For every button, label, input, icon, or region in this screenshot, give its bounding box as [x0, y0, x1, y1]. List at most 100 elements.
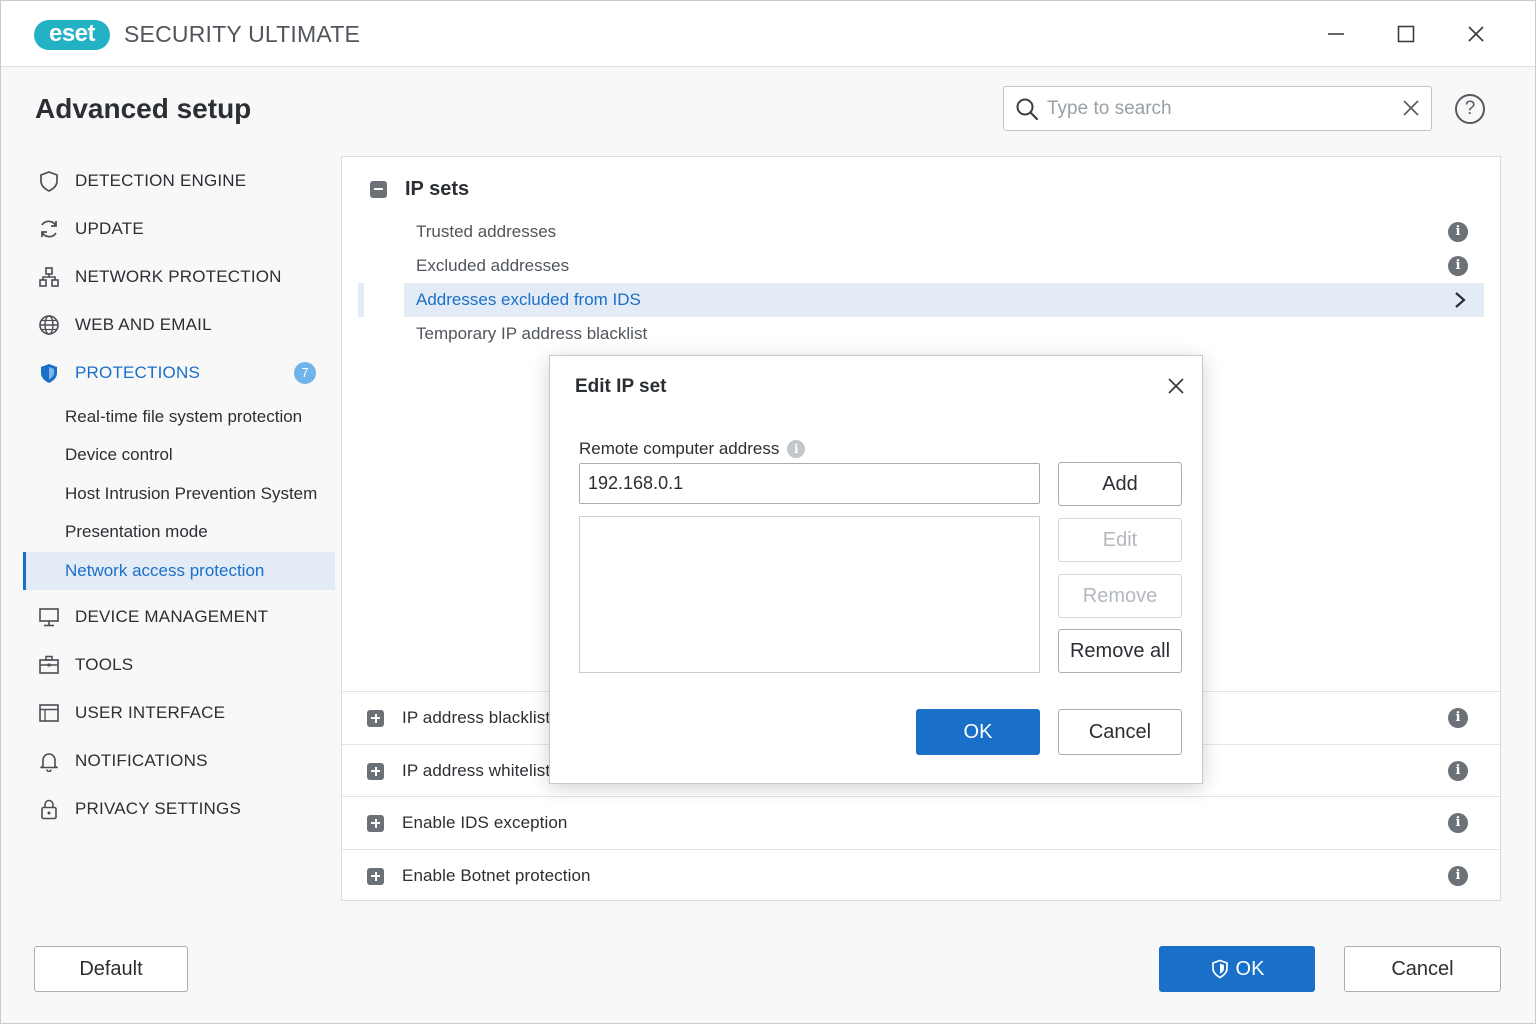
sidebar-item-label: DETECTION ENGINE: [75, 171, 247, 190]
footer-ok-label: OK: [1235, 958, 1265, 980]
remote-address-input[interactable]: 192.168.0.1: [579, 463, 1040, 504]
sidebar-subitem-device-control[interactable]: Device control: [23, 436, 335, 474]
sidebar-subitem-hips[interactable]: Host Intrusion Prevention System: [23, 475, 335, 513]
sidebar-item-label: DEVICE MANAGEMENT: [75, 607, 269, 626]
info-icon[interactable]: i: [1448, 761, 1468, 781]
remove-button[interactable]: Remove: [1058, 574, 1182, 618]
default-button[interactable]: Default: [34, 946, 188, 992]
sidebar-item-user-interface[interactable]: USER INTERFACE: [23, 691, 335, 735]
add-button[interactable]: Add: [1058, 462, 1182, 506]
sidebar-item-privacy-settings[interactable]: PRIVACY SETTINGS: [23, 787, 335, 831]
help-icon: ?: [1464, 98, 1476, 119]
info-icon[interactable]: i: [1448, 708, 1468, 728]
chevron-right-icon[interactable]: [1452, 291, 1468, 309]
window-icon: [37, 701, 61, 725]
bell-icon: [37, 749, 61, 773]
remove-all-button[interactable]: Remove all: [1058, 629, 1182, 673]
sidebar-item-detection-engine[interactable]: DETECTION ENGINE: [23, 159, 335, 203]
expand-icon[interactable]: [367, 867, 384, 885]
sidebar-subitem-label: Device control: [65, 445, 173, 464]
section-title: IP sets: [405, 177, 470, 200]
app-window: eset SECURITY ULTIMATE Advanced setup ?: [0, 0, 1536, 1024]
section-label: IP address whitelist: [402, 761, 551, 780]
ip-set-label: Excluded addresses: [416, 256, 570, 275]
selection-indicator: [358, 283, 364, 317]
ip-set-row-trusted-addresses[interactable]: Trusted addresses i: [404, 215, 1484, 249]
clear-search-icon[interactable]: [1401, 98, 1421, 118]
info-icon[interactable]: i: [1448, 222, 1468, 242]
sidebar-item-notifications[interactable]: NOTIFICATIONS: [23, 739, 335, 783]
ip-set-label: Trusted addresses: [416, 222, 557, 241]
maximize-icon: [1397, 25, 1415, 43]
close-button[interactable]: [1461, 19, 1491, 49]
shield-icon: [1211, 959, 1228, 979]
expand-icon[interactable]: [367, 814, 384, 832]
sidebar-subitem-label: Presentation mode: [65, 522, 208, 541]
count-badge: 7: [294, 362, 316, 384]
section-label: IP address blacklist: [402, 708, 551, 727]
edit-button[interactable]: Edit: [1058, 518, 1182, 562]
minimize-icon: [1328, 33, 1344, 35]
eset-logo: eset: [34, 20, 110, 50]
refresh-icon: [37, 217, 61, 241]
expand-icon[interactable]: [367, 709, 384, 727]
sidebar-item-label: TOOLS: [75, 655, 134, 674]
field-label-text: Remote computer address: [579, 439, 780, 458]
footer-ok-button[interactable]: OK: [1159, 946, 1315, 992]
sidebar-item-web-and-email[interactable]: WEB AND EMAIL: [23, 303, 335, 347]
info-icon[interactable]: i: [787, 440, 806, 458]
minimize-button[interactable]: [1321, 19, 1351, 49]
info-icon[interactable]: i: [1448, 813, 1468, 833]
network-icon: [37, 265, 61, 289]
sidebar-item-label: NETWORK PROTECTION: [75, 267, 282, 286]
sidebar-item-label: UPDATE: [75, 219, 144, 238]
sidebar-item-tools[interactable]: TOOLS: [23, 643, 335, 687]
maximize-button[interactable]: [1391, 19, 1421, 49]
sidebar-item-update[interactable]: UPDATE: [23, 207, 335, 251]
sidebar-subitem-realtime-protection[interactable]: Real-time file system protection: [23, 398, 335, 436]
ip-sets-section-header[interactable]: IP sets: [370, 177, 469, 201]
sidebar-item-label: PRIVACY SETTINGS: [75, 799, 241, 818]
app-title: SECURITY ULTIMATE: [124, 21, 360, 47]
sidebar-item-network-protection[interactable]: NETWORK PROTECTION: [23, 255, 335, 299]
sidebar-item-label: PROTECTIONS: [75, 363, 200, 382]
sidebar-subitem-presentation-mode[interactable]: Presentation mode: [23, 513, 335, 551]
search-box[interactable]: [1003, 86, 1432, 131]
monitor-icon: [37, 605, 61, 629]
title-bar: eset SECURITY ULTIMATE: [1, 1, 1535, 67]
remote-address-label: Remote computer address i: [579, 439, 806, 459]
edit-ip-set-dialog: Edit IP set Remote computer address i 19…: [549, 355, 1203, 784]
info-icon[interactable]: i: [1448, 256, 1468, 276]
section-label: Enable Botnet protection: [402, 866, 591, 885]
sidebar-subitem-label: Network access protection: [65, 561, 265, 580]
section-enable-botnet-protection[interactable]: Enable Botnet protection i: [342, 849, 1500, 902]
dialog-close-icon[interactable]: [1166, 376, 1186, 396]
section-enable-ids-exception[interactable]: Enable IDS exception i: [342, 796, 1500, 849]
close-icon: [1468, 26, 1484, 42]
sidebar-item-label: NOTIFICATIONS: [75, 751, 208, 770]
footer-cancel-button[interactable]: Cancel: [1344, 946, 1501, 992]
address-list[interactable]: [579, 516, 1040, 673]
section-label: Enable IDS exception: [402, 813, 568, 832]
ip-set-label: Temporary IP address blacklist: [416, 324, 648, 343]
sidebar-subitem-network-access-protection[interactable]: Network access protection: [23, 552, 335, 590]
expand-icon[interactable]: [367, 762, 384, 780]
info-icon[interactable]: i: [1448, 866, 1468, 886]
search-input[interactable]: [1047, 94, 1387, 124]
sidebar-item-label: WEB AND EMAIL: [75, 315, 212, 334]
sidebar-item-label: USER INTERFACE: [75, 703, 226, 722]
sidebar-item-device-management[interactable]: DEVICE MANAGEMENT: [23, 595, 335, 639]
sidebar-item-protections[interactable]: PROTECTIONS 7: [23, 351, 335, 395]
help-button[interactable]: ?: [1455, 94, 1485, 124]
dialog-ok-button[interactable]: OK: [916, 709, 1040, 755]
collapse-icon[interactable]: [370, 180, 387, 198]
lock-icon: [37, 797, 61, 821]
ip-set-row-addresses-excluded-from-ids[interactable]: Addresses excluded from IDS: [404, 283, 1484, 317]
toolbox-icon: [37, 653, 61, 677]
ip-set-row-excluded-addresses[interactable]: Excluded addresses i: [404, 249, 1484, 283]
ip-set-row-temporary-blacklist[interactable]: Temporary IP address blacklist: [404, 317, 1484, 351]
sidebar-subitem-label: Real-time file system protection: [65, 407, 303, 426]
search-icon: [1016, 98, 1039, 121]
shield-filled-icon: [37, 361, 61, 385]
dialog-cancel-button[interactable]: Cancel: [1058, 709, 1182, 755]
